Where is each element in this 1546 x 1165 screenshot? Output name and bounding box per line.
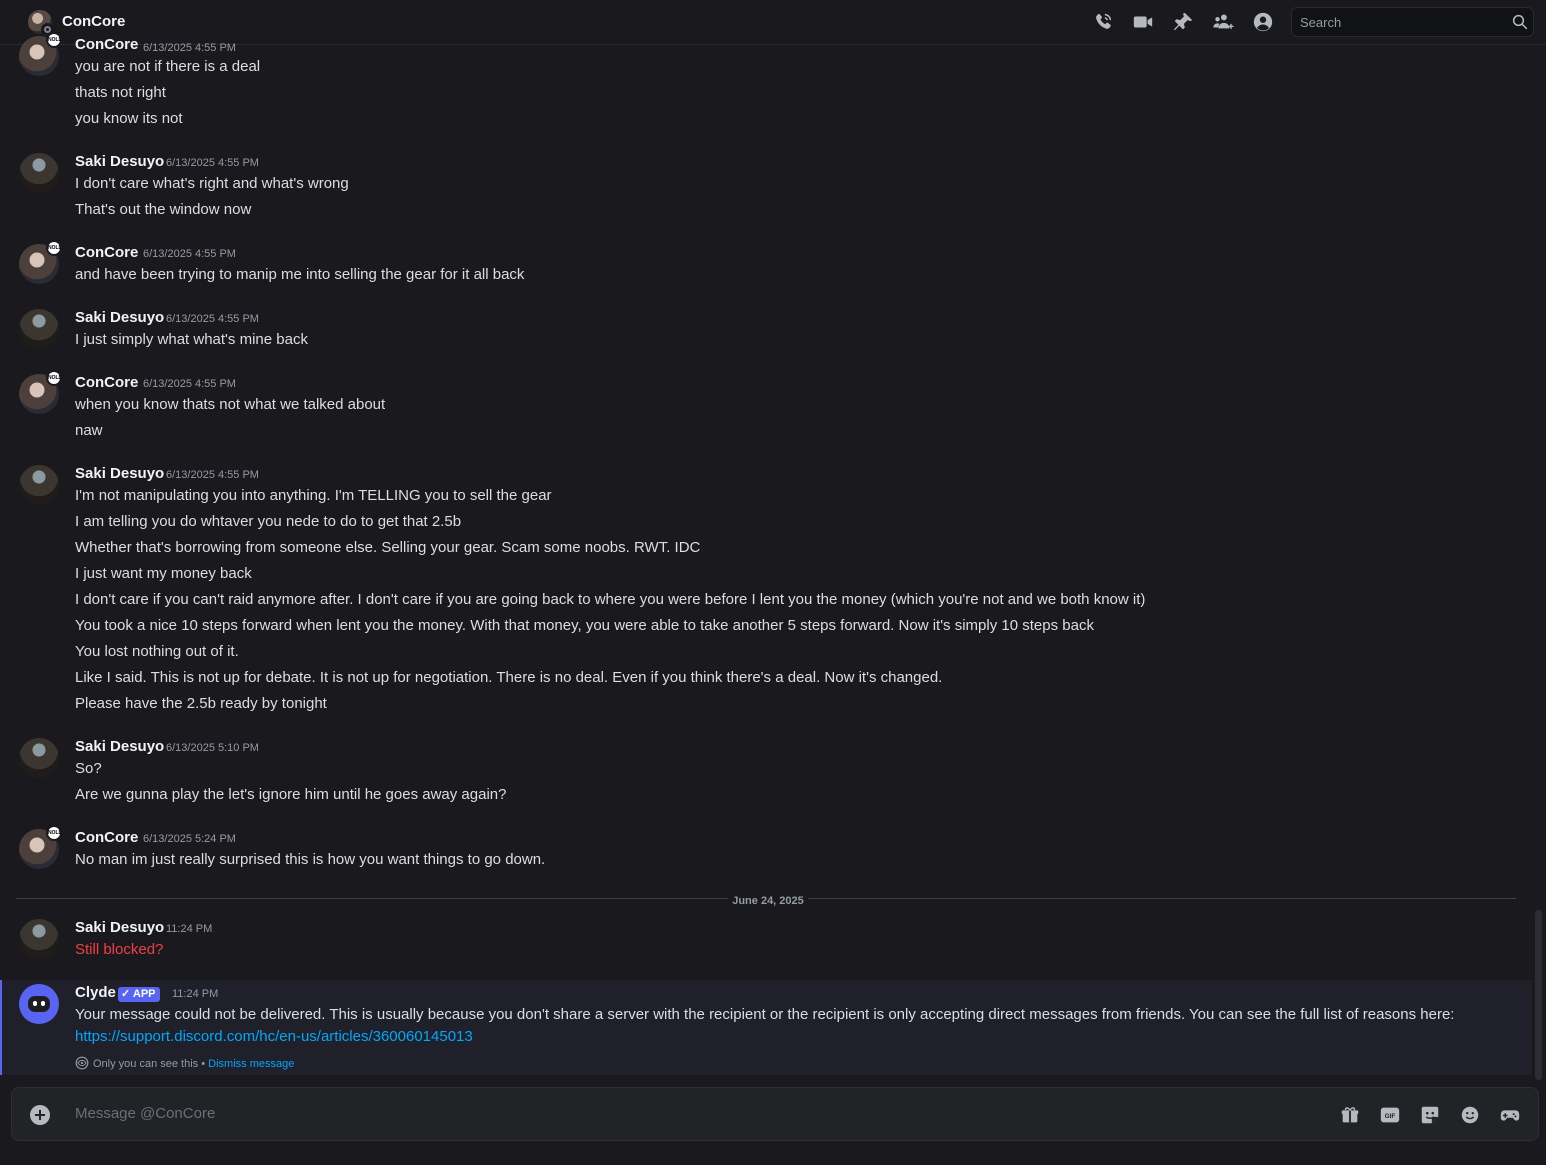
message-text: I just simply what what's mine back: [75, 331, 308, 348]
avatar[interactable]: [19, 919, 59, 959]
timestamp: 11:24 PM: [166, 923, 213, 935]
timestamp: 6/13/2025 4:55 PM: [143, 248, 236, 260]
username[interactable]: Saki Desuyo: [75, 465, 164, 482]
avatar[interactable]: NOLL: [19, 240, 62, 284]
message-text: Whether that's borrowing from someone el…: [75, 539, 701, 556]
avatar-decoration-icon: NOLL: [46, 32, 62, 48]
dismiss-message-link[interactable]: Dismiss message: [208, 1058, 294, 1070]
timestamp: 6/13/2025 4:55 PM: [143, 378, 236, 390]
message-text: naw: [75, 422, 103, 439]
avatar[interactable]: NOLL: [19, 370, 62, 414]
add-friends-to-dm-icon[interactable]: [1212, 11, 1234, 33]
timestamp: 11:24 PM: [172, 988, 219, 1000]
search-input[interactable]: Search: [1291, 7, 1534, 37]
avatar[interactable]: [19, 738, 59, 778]
pinned-messages-icon[interactable]: [1172, 11, 1194, 33]
ephemeral-notice: Only you can see this • Dismiss message: [75, 1056, 294, 1070]
upload-plus-icon[interactable]: [30, 1105, 50, 1125]
username[interactable]: ConCore: [75, 36, 138, 53]
clyde-bot-icon: [28, 996, 50, 1012]
timestamp: 6/13/2025 4:55 PM: [166, 313, 259, 325]
message-text: Are we gunna play the let's ignore him u…: [75, 786, 507, 803]
message-text: I just want my money back: [75, 565, 252, 582]
timestamp: 6/13/2025 4:55 PM: [166, 157, 259, 169]
username[interactable]: ConCore: [75, 829, 138, 846]
message-link[interactable]: https://support.discord.com/hc/en-us/art…: [75, 1028, 473, 1045]
message-text: Your message could not be delivered. Thi…: [75, 1006, 1455, 1023]
username[interactable]: Clyde: [75, 984, 116, 1001]
username[interactable]: ConCore: [75, 244, 138, 261]
avatar-decoration-icon: NOLL: [46, 825, 62, 841]
username[interactable]: ConCore: [75, 374, 138, 391]
activities-icon[interactable]: [1499, 1104, 1521, 1126]
dm-title[interactable]: ConCore: [62, 13, 125, 30]
avatar[interactable]: NOLL: [19, 32, 62, 76]
dm-avatar[interactable]: [28, 10, 54, 36]
message-text: Like I said. This is not up for debate. …: [75, 669, 943, 686]
message-text: You took a nice 10 steps forward when le…: [75, 617, 1094, 634]
timestamp: 6/13/2025 4:55 PM: [166, 469, 259, 481]
avatar-decoration-icon: NOLL: [46, 370, 62, 386]
message-composer[interactable]: Message @ConCore GIF: [11, 1087, 1539, 1141]
avatar[interactable]: [19, 309, 59, 349]
checkmark-icon: ✓: [121, 988, 131, 1000]
user-profile-icon[interactable]: [1252, 11, 1274, 33]
verified-app-badge: ✓ APP: [118, 987, 160, 1002]
eye-icon: [75, 1056, 89, 1070]
svg-text:GIF: GIF: [1385, 1113, 1396, 1120]
message-text: I am telling you do whtaver you nede to …: [75, 513, 462, 530]
message-text: thats not right: [75, 84, 166, 101]
video-call-icon[interactable]: [1132, 11, 1154, 33]
message-list[interactable]: NOLL ConCore 6/13/2025 4:55 PM you are n…: [0, 32, 1532, 1076]
message-text: you know its not: [75, 110, 183, 127]
message-text: So?: [75, 760, 102, 777]
ephemeral-note: Only you can see this •: [93, 1058, 209, 1070]
scrollbar-thumb[interactable]: [1535, 910, 1542, 1080]
app-tag-label: APP: [132, 988, 156, 1000]
username[interactable]: Saki Desuyo: [75, 738, 164, 755]
sticker-icon[interactable]: [1419, 1104, 1441, 1126]
failed-message-text: Still blocked?: [75, 941, 164, 958]
avatar[interactable]: [19, 153, 59, 193]
message-text: when you know thats not what we talked a…: [75, 396, 386, 413]
username[interactable]: Saki Desuyo: [75, 919, 164, 936]
avatar-decoration-icon: NOLL: [46, 240, 62, 256]
timestamp: 6/13/2025 4:55 PM: [143, 42, 236, 54]
username[interactable]: Saki Desuyo: [75, 153, 164, 170]
message-text: You lost nothing out of it.: [75, 643, 239, 660]
voice-call-icon[interactable]: [1092, 11, 1114, 33]
search-placeholder: Search: [1300, 15, 1342, 30]
gift-icon[interactable]: [1339, 1104, 1361, 1126]
message-text: I'm not manipulating you into anything. …: [75, 487, 552, 504]
avatar[interactable]: [19, 465, 59, 505]
avatar[interactable]: [19, 984, 59, 1024]
message-text: you are not if there is a deal: [75, 58, 261, 75]
date-divider-label: June 24, 2025: [0, 891, 1536, 909]
avatar[interactable]: NOLL: [19, 825, 62, 869]
dm-header: ConCore Search: [0, 0, 1546, 45]
message-text: Please have the 2.5b ready by tonight: [75, 695, 327, 712]
search-icon: [1511, 13, 1529, 31]
message-text: No man im just really surprised this is …: [75, 851, 546, 868]
timestamp: 6/13/2025 5:24 PM: [143, 833, 236, 845]
timestamp: 6/13/2025 5:10 PM: [166, 742, 259, 754]
message-input[interactable]: Message @ConCore: [75, 1105, 215, 1122]
message-text: That's out the window now: [75, 201, 252, 218]
gif-icon[interactable]: GIF: [1379, 1104, 1401, 1126]
emoji-icon[interactable]: [1459, 1104, 1481, 1126]
message-text: I don't care what's right and what's wro…: [75, 175, 349, 192]
message-text: and have been trying to manip me into se…: [75, 266, 525, 283]
message-text: I don't care if you can't raid anymore a…: [75, 591, 1146, 608]
username[interactable]: Saki Desuyo: [75, 309, 164, 326]
